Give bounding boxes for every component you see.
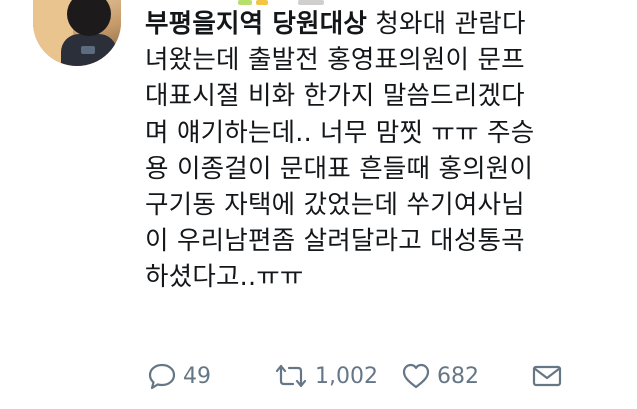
tweet-line-6: 구기동 자택에 갔었는데 쑤기여사님 bbox=[145, 190, 525, 221]
tweet-line-3: 대표시절 비화 한가지 말씀드리겠다 bbox=[145, 81, 525, 112]
retweet-count: 1,002 bbox=[315, 363, 378, 389]
tweet-text: 부평을지역 당원대상 청와대 관람다 녀왔는데 출발전 홍영표의원이 문프 대표… bbox=[145, 6, 625, 296]
retweet-icon bbox=[273, 362, 309, 390]
reply-count: 49 bbox=[183, 363, 211, 389]
tweet-line-8: 하셨다고..ㅠㅠ bbox=[145, 262, 304, 293]
tweet-line-4: 며 얘기하는데.. 너무 맘찟 ㅠㅠ 주승 bbox=[145, 117, 535, 148]
tweet-line-5: 용 이종걸이 문대표 흔들때 홍의원이 bbox=[145, 153, 534, 184]
like-button[interactable]: 682 bbox=[401, 362, 479, 390]
tweet: 부평을지역 당원대상 청와대 관람다 녀왔는데 출발전 홍영표의원이 문프 대표… bbox=[0, 0, 637, 409]
author-name[interactable]: 부평을지역 당원대상 bbox=[145, 9, 367, 39]
tweet-line-7: 이 우리남편좀 살려달라고 대성통곡 bbox=[145, 226, 525, 257]
like-count: 682 bbox=[437, 363, 479, 389]
tweet-line-1: 부평을지역 당원대상 청와대 관람다 bbox=[145, 9, 526, 39]
direct-message-button[interactable] bbox=[531, 363, 563, 389]
reply-icon bbox=[147, 362, 177, 390]
tweet-line-2: 녀왔는데 출발전 홍영표의원이 문프 bbox=[145, 45, 525, 76]
tweet-actions: 49 1,002 682 bbox=[145, 356, 625, 396]
reply-button[interactable]: 49 bbox=[147, 362, 211, 390]
envelope-icon bbox=[531, 363, 563, 389]
heart-icon bbox=[401, 362, 431, 390]
avatar[interactable] bbox=[33, 0, 121, 66]
retweet-button[interactable]: 1,002 bbox=[273, 362, 378, 390]
